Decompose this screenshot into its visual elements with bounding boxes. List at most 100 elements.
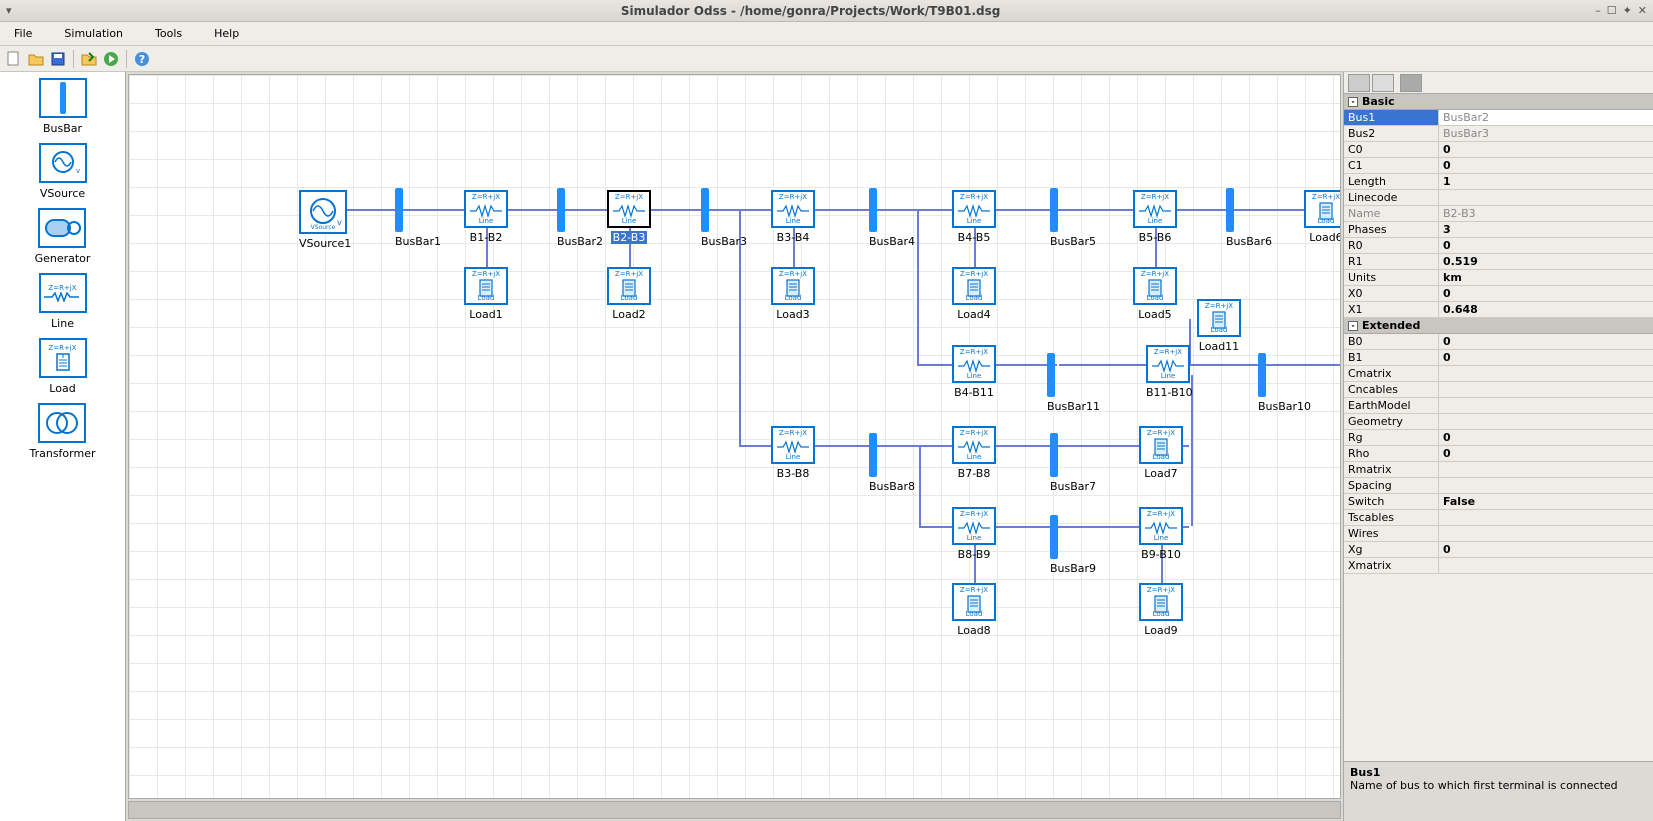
prop-value[interactable]: 1 [1439, 174, 1653, 189]
element-busbar[interactable]: BusBar4 [869, 188, 915, 248]
save-icon[interactable] [48, 49, 68, 69]
element-line[interactable]: Z=R+jXLineB9-B10 [1139, 507, 1183, 561]
export-icon[interactable] [79, 49, 99, 69]
palette-generator[interactable]: Generator [35, 208, 91, 265]
element-busbar[interactable]: BusBar6 [1226, 188, 1272, 248]
element-line[interactable]: Z=R+jXLineB3-B8 [771, 426, 815, 480]
element-busbar[interactable]: BusBar8 [869, 433, 915, 493]
element-load[interactable]: Z=R+jXLoadLoad11 [1197, 299, 1241, 353]
prop-value[interactable]: 0 [1439, 430, 1653, 445]
menu-simulation[interactable]: Simulation [58, 25, 129, 42]
prop-row[interactable]: Unitskm [1344, 270, 1653, 286]
prop-value[interactable] [1439, 190, 1653, 205]
element-line[interactable]: Z=R+jXLineB11-B10 [1146, 345, 1193, 399]
prop-row[interactable]: X10.648 [1344, 302, 1653, 318]
element-busbar[interactable]: BusBar5 [1050, 188, 1096, 248]
element-line[interactable]: Z=R+jXLineB3-B4 [771, 190, 815, 244]
prop-row[interactable]: NameB2-B3 [1344, 206, 1653, 222]
prop-row[interactable]: Cncables [1344, 382, 1653, 398]
element-busbar[interactable]: BusBar11 [1047, 353, 1100, 413]
prop-row[interactable]: Xmatrix [1344, 558, 1653, 574]
prop-value[interactable]: BusBar2 [1439, 110, 1653, 125]
property-grid[interactable]: -BasicBus1BusBar2Bus2BusBar3C00C10Length… [1344, 94, 1653, 761]
collapse-icon[interactable]: - [1348, 97, 1358, 107]
help-icon[interactable]: ? [132, 49, 152, 69]
prop-row[interactable]: Spacing [1344, 478, 1653, 494]
prop-section[interactable]: -Extended [1344, 318, 1653, 334]
prop-section[interactable]: -Basic [1344, 94, 1653, 110]
element-busbar[interactable]: BusBar10 [1258, 353, 1311, 413]
palette-busbar[interactable]: BusBar [39, 78, 87, 135]
diagram-canvas[interactable]: vVSourceVSource1BusBar1Z=R+jXLineB1-B2Z=… [128, 74, 1341, 799]
run-icon[interactable] [101, 49, 121, 69]
prop-value[interactable]: 0 [1439, 446, 1653, 461]
prop-row[interactable]: X00 [1344, 286, 1653, 302]
prop-value[interactable] [1439, 414, 1653, 429]
element-load[interactable]: Z=R+jXLoadLoad3 [771, 267, 815, 321]
menu-tools[interactable]: Tools [149, 25, 188, 42]
close-icon[interactable]: ✕ [1638, 4, 1647, 17]
prop-value[interactable] [1439, 526, 1653, 541]
element-load[interactable]: Z=R+jXLoadLoad8 [952, 583, 996, 637]
element-line[interactable]: Z=R+jXLineB8-B9 [952, 507, 996, 561]
collapse-icon[interactable]: - [1348, 321, 1358, 331]
prop-row[interactable]: B10 [1344, 350, 1653, 366]
element-load[interactable]: Z=R+jXLoadLoad1 [464, 267, 508, 321]
prop-row[interactable]: B00 [1344, 334, 1653, 350]
element-load[interactable]: Z=R+jXLoadLoad6 [1304, 190, 1341, 244]
element-load[interactable]: Z=R+jXLoadLoad2 [607, 267, 651, 321]
new-icon[interactable] [4, 49, 24, 69]
prop-row[interactable]: C10 [1344, 158, 1653, 174]
element-load[interactable]: Z=R+jXLoadLoad9 [1139, 583, 1183, 637]
prop-value[interactable]: km [1439, 270, 1653, 285]
palette-vsource[interactable]: vVSource [39, 143, 87, 200]
element-load[interactable]: Z=R+jXLoadLoad7 [1139, 426, 1183, 480]
palette-transformer[interactable]: Transformer [29, 403, 95, 460]
prop-row[interactable]: SwitchFalse [1344, 494, 1653, 510]
prop-tab-alpha[interactable] [1372, 74, 1394, 92]
prop-value[interactable]: 0 [1439, 334, 1653, 349]
menu-help[interactable]: Help [208, 25, 245, 42]
prop-value[interactable]: 0.519 [1439, 254, 1653, 269]
prop-value[interactable]: False [1439, 494, 1653, 509]
prop-value[interactable] [1439, 398, 1653, 413]
prop-row[interactable]: R10.519 [1344, 254, 1653, 270]
prop-row[interactable]: Geometry [1344, 414, 1653, 430]
restore-icon[interactable]: ✦ [1623, 4, 1632, 17]
prop-row[interactable]: Bus2BusBar3 [1344, 126, 1653, 142]
prop-row[interactable]: Rho0 [1344, 446, 1653, 462]
prop-value[interactable] [1439, 478, 1653, 493]
open-icon[interactable] [26, 49, 46, 69]
prop-value[interactable]: 0 [1439, 542, 1653, 557]
element-busbar[interactable]: BusBar1 [395, 188, 441, 248]
prop-row[interactable]: C00 [1344, 142, 1653, 158]
menu-file[interactable]: File [8, 25, 38, 42]
prop-row[interactable]: Phases3 [1344, 222, 1653, 238]
prop-tab-page[interactable] [1400, 74, 1422, 92]
prop-value[interactable] [1439, 366, 1653, 381]
element-load[interactable]: Z=R+jXLoadLoad4 [952, 267, 996, 321]
prop-value[interactable] [1439, 382, 1653, 397]
prop-row[interactable]: Rmatrix [1344, 462, 1653, 478]
prop-value[interactable]: 0 [1439, 158, 1653, 173]
prop-row[interactable]: Cmatrix [1344, 366, 1653, 382]
prop-tab-category[interactable] [1348, 74, 1370, 92]
element-busbar[interactable]: BusBar9 [1050, 515, 1096, 575]
prop-row[interactable]: Bus1BusBar2 [1344, 110, 1653, 126]
prop-value[interactable] [1439, 510, 1653, 525]
prop-value[interactable]: 0.648 [1439, 302, 1653, 317]
prop-row[interactable]: Linecode [1344, 190, 1653, 206]
prop-row[interactable]: Tscables [1344, 510, 1653, 526]
palette-load[interactable]: Z=R+jXLoad [39, 338, 87, 395]
prop-row[interactable]: Wires [1344, 526, 1653, 542]
prop-value[interactable] [1439, 462, 1653, 477]
element-line[interactable]: Z=R+jXLineB7-B8 [952, 426, 996, 480]
prop-value[interactable]: 0 [1439, 238, 1653, 253]
prop-value[interactable]: 0 [1439, 142, 1653, 157]
element-line[interactable]: Z=R+jXLineB4-B11 [952, 345, 996, 399]
minimize-icon[interactable]: – [1595, 4, 1601, 17]
element-load[interactable]: Z=R+jXLoadLoad5 [1133, 267, 1177, 321]
palette-line[interactable]: Z=R+jXLine [39, 273, 87, 330]
element-vsource[interactable]: vVSourceVSource1 [299, 190, 351, 250]
element-busbar[interactable]: BusBar7 [1050, 433, 1096, 493]
